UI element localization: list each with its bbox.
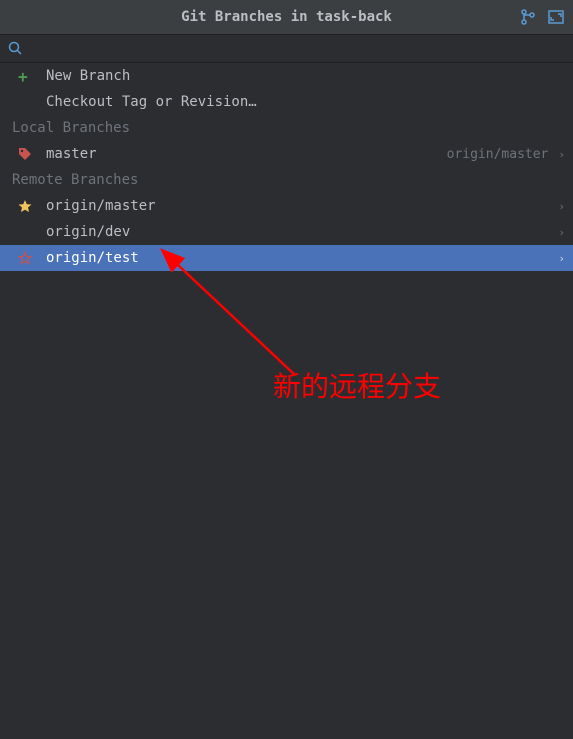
remote-branch-origin-master[interactable]: origin/master › — [0, 193, 573, 219]
chevron-right-icon: › — [558, 252, 565, 265]
expand-icon[interactable] — [547, 8, 565, 26]
annotation-text: 新的远程分支 — [273, 365, 441, 405]
local-branches-header: Local Branches — [0, 115, 573, 141]
star-filled-icon — [18, 199, 38, 213]
new-branch-label: New Branch — [46, 68, 565, 84]
new-branch-action[interactable]: + New Branch — [0, 63, 573, 89]
remote-branch-origin-test[interactable]: origin/test › — [0, 245, 573, 271]
search-input[interactable] — [30, 41, 565, 57]
titlebar-actions — [519, 8, 565, 26]
remote-branch-origin-dev[interactable]: origin/dev › — [0, 219, 573, 245]
branch-name: origin/test — [46, 250, 554, 266]
checkout-tag-label: Checkout Tag or Revision… — [46, 94, 565, 110]
remote-branches-label: Remote Branches — [12, 172, 138, 188]
plus-icon: + — [18, 67, 38, 86]
branch-name: master — [46, 146, 447, 162]
remote-branches-header: Remote Branches — [0, 167, 573, 193]
branch-graph-icon[interactable] — [519, 8, 537, 26]
chevron-right-icon: › — [558, 226, 565, 239]
branch-list: + New Branch Checkout Tag or Revision… L… — [0, 63, 573, 271]
chevron-right-icon: › — [558, 200, 565, 213]
local-branches-label: Local Branches — [12, 120, 130, 136]
tag-icon — [18, 147, 38, 161]
chevron-right-icon: › — [558, 148, 565, 161]
branch-name: origin/master — [46, 198, 554, 214]
tracking-branch: origin/master — [447, 147, 549, 162]
titlebar: Git Branches in task-back — [0, 0, 573, 35]
search-icon — [8, 41, 24, 57]
local-branch-master[interactable]: master origin/master › — [0, 141, 573, 167]
branch-name: origin/dev — [46, 224, 554, 240]
searchbar[interactable] — [0, 35, 573, 63]
checkout-tag-action[interactable]: Checkout Tag or Revision… — [0, 89, 573, 115]
titlebar-title: Git Branches in task-back — [181, 9, 392, 25]
star-outline-icon — [18, 251, 38, 265]
